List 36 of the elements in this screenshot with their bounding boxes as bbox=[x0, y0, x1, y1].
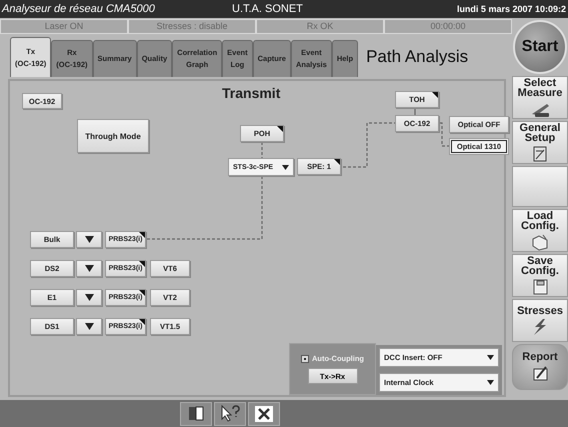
toolbar-button[interactable] bbox=[180, 402, 212, 426]
side-button[interactable]: Save Config. bbox=[512, 254, 568, 297]
caret-icon bbox=[84, 294, 94, 301]
page-title: Path Analysis bbox=[366, 47, 468, 67]
module-title: U.T.A. SONET bbox=[232, 3, 304, 15]
caret-icon bbox=[487, 380, 494, 385]
close-icon bbox=[253, 404, 275, 424]
side-button[interactable]: Report bbox=[512, 344, 568, 390]
caret-icon bbox=[487, 355, 494, 360]
caret-icon bbox=[84, 265, 94, 272]
connector-line bbox=[261, 142, 263, 158]
start-button[interactable]: Start bbox=[513, 20, 567, 74]
status-field: Laser ON bbox=[0, 19, 128, 34]
toolbar-button[interactable] bbox=[248, 402, 280, 426]
dropdown-button[interactable] bbox=[76, 318, 102, 335]
status-field: 00:00:00 bbox=[384, 19, 512, 34]
toolbar-button[interactable] bbox=[214, 402, 246, 426]
dropdown-button[interactable] bbox=[76, 289, 102, 306]
through-mode-button[interactable]: Through Mode bbox=[77, 119, 149, 153]
status-field: Stresses : disable bbox=[128, 19, 256, 34]
status-field: Rx OK bbox=[256, 19, 384, 34]
caret-icon bbox=[84, 323, 94, 330]
caret-icon bbox=[84, 236, 94, 243]
side-button[interactable]: General Setup bbox=[512, 121, 568, 164]
caret-icon bbox=[282, 164, 289, 170]
checkbox[interactable] bbox=[300, 354, 309, 362]
window-title: Analyseur de réseau CMA5000 bbox=[2, 3, 156, 15]
side-button[interactable]: Select Measure bbox=[512, 76, 568, 119]
panel-title: Transmit bbox=[222, 85, 280, 101]
help-cursor-icon bbox=[219, 404, 241, 424]
side-button[interactable]: Load Config. bbox=[512, 209, 568, 252]
dropdown-button[interactable] bbox=[76, 260, 102, 277]
side-button[interactable]: Stresses bbox=[512, 299, 568, 342]
dropdown-button[interactable] bbox=[76, 231, 102, 248]
blank-button[interactable] bbox=[512, 166, 568, 207]
date-time: lundi 5 mars 2007 10:09:2 bbox=[456, 4, 566, 14]
